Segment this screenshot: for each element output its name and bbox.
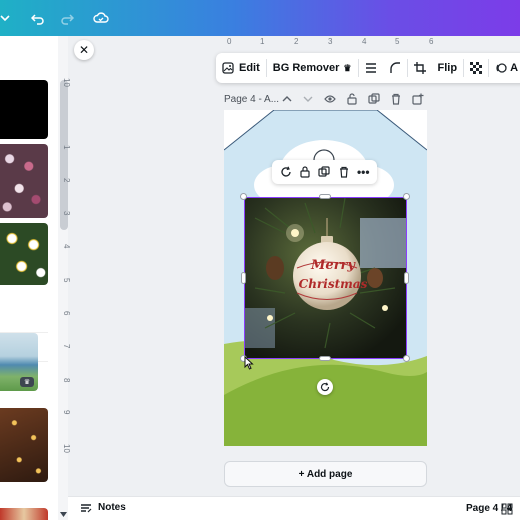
tree-lights-thumbnail[interactable] <box>0 408 48 482</box>
notes-icon <box>80 503 92 513</box>
top-toolbar <box>0 0 520 36</box>
context-toolbar: Edit BG Remover ♛ Flip A <box>216 53 520 83</box>
vruler-label: 5 <box>62 278 71 283</box>
vruler-label: 2 <box>62 178 71 183</box>
resize-handle-right[interactable] <box>404 272 409 284</box>
vruler-label: 8 <box>62 378 71 383</box>
horizontal-ruler: 0 1 2 3 4 5 6 <box>222 36 520 50</box>
corner-rounding-icon <box>389 62 401 74</box>
hruler-label: 3 <box>328 37 333 46</box>
resize-handle-bottom[interactable] <box>319 356 331 361</box>
bg-remover-button[interactable]: BG Remover ♛ <box>267 53 358 83</box>
page-title[interactable]: Page 4 - A... <box>224 94 279 105</box>
notes-button[interactable]: Notes <box>80 502 126 513</box>
hruler-label: 6 <box>429 37 434 46</box>
corner-rounding-button[interactable] <box>383 53 407 83</box>
cloud-sync-icon[interactable] <box>92 9 110 27</box>
undo-icon[interactable] <box>29 9 47 27</box>
lock-icon[interactable] <box>346 93 358 105</box>
lock-icon[interactable] <box>298 165 312 179</box>
resize-handle-top-left[interactable] <box>240 193 247 200</box>
add-page-button[interactable]: + Add page <box>224 461 427 487</box>
gift-thumbnail[interactable] <box>0 508 48 520</box>
rotate-icon <box>320 382 330 392</box>
resize-handle-top[interactable] <box>319 194 331 199</box>
vruler-label: 10 <box>62 444 71 453</box>
vruler-label: 9 <box>62 410 71 415</box>
vruler-label: 6 <box>62 311 71 316</box>
chevron-down-icon[interactable] <box>58 508 68 520</box>
vruler-label: 10 <box>62 78 71 87</box>
hruler-label: 5 <box>395 37 400 46</box>
add-page-icon[interactable] <box>412 93 424 105</box>
hruler-label: 4 <box>362 37 367 46</box>
vruler-label: 3 <box>62 211 71 216</box>
bottom-bar: Notes Page 4 / 4 <box>68 496 520 520</box>
ornament-text-christmas: Christmas <box>298 277 368 291</box>
duplicate-icon[interactable] <box>317 165 331 179</box>
transparency-icon <box>470 62 483 74</box>
rotate-handle[interactable] <box>317 379 333 395</box>
hruler-label: 0 <box>227 37 232 46</box>
grid-view-icon[interactable] <box>500 502 514 516</box>
resize-handle-top-right[interactable] <box>403 193 410 200</box>
more-options-icon[interactable]: ••• <box>356 165 370 179</box>
close-panel-button[interactable]: ✕ <box>74 40 94 60</box>
transparency-button[interactable] <box>464 53 488 83</box>
close-icon: ✕ <box>78 43 90 57</box>
resize-handle-left[interactable] <box>241 272 246 284</box>
chevron-up-icon[interactable] <box>281 93 293 105</box>
vruler-label: 7 <box>62 344 71 349</box>
eye-icon[interactable] <box>324 93 336 105</box>
image-thumbnail[interactable] <box>0 80 48 139</box>
edit-image-button[interactable]: Edit <box>216 53 266 83</box>
trash-icon[interactable] <box>337 165 351 179</box>
duplicate-icon[interactable] <box>368 93 380 105</box>
floral-thumbnail[interactable] <box>0 144 48 218</box>
crown-icon: ♛ <box>20 377 34 387</box>
notes-label: Notes <box>98 502 126 513</box>
vruler-label: 4 <box>62 244 71 249</box>
edit-label: Edit <box>239 62 260 74</box>
bg-remover-label: BG Remover <box>272 62 340 74</box>
daisy-thumbnail[interactable] <box>0 223 48 285</box>
vertical-ruler: 10 1 2 3 4 5 6 7 8 9 10 <box>62 60 82 500</box>
hruler-label: 1 <box>260 37 265 46</box>
vruler-label: 1 <box>62 145 71 150</box>
left-panel: See all ♛ <box>0 36 58 520</box>
border-style-button[interactable] <box>359 53 383 83</box>
element-mini-toolbar: ••• <box>272 160 377 184</box>
image-edit-icon <box>222 62 234 74</box>
selected-christmas-ornament-image[interactable]: Merry Christmas <box>244 197 407 359</box>
flip-button[interactable]: Flip <box>432 53 464 83</box>
mouse-cursor-icon <box>244 355 254 373</box>
page-header: Page 4 - A... <box>224 91 279 107</box>
crown-icon: ♛ <box>343 62 352 73</box>
ornament-text-merry: Merry <box>311 258 355 273</box>
resize-handle-bottom-right[interactable] <box>403 355 410 362</box>
trash-icon[interactable] <box>390 93 402 105</box>
animate-icon <box>495 62 507 74</box>
chevron-down-icon[interactable] <box>302 93 314 105</box>
painting-thumbnail[interactable]: ♛ <box>0 333 38 391</box>
animate-button[interactable]: A <box>489 53 520 83</box>
crop-icon <box>413 62 426 74</box>
animate-label: A <box>510 62 519 74</box>
hruler-label: 2 <box>294 37 299 46</box>
crop-button[interactable] <box>408 53 432 83</box>
redo-icon[interactable] <box>58 9 76 27</box>
border-lines-icon <box>365 62 377 74</box>
left-panel-scrollbar[interactable] <box>60 80 68 230</box>
regenerate-icon[interactable] <box>279 165 293 179</box>
chevron-down-icon[interactable] <box>0 9 14 27</box>
